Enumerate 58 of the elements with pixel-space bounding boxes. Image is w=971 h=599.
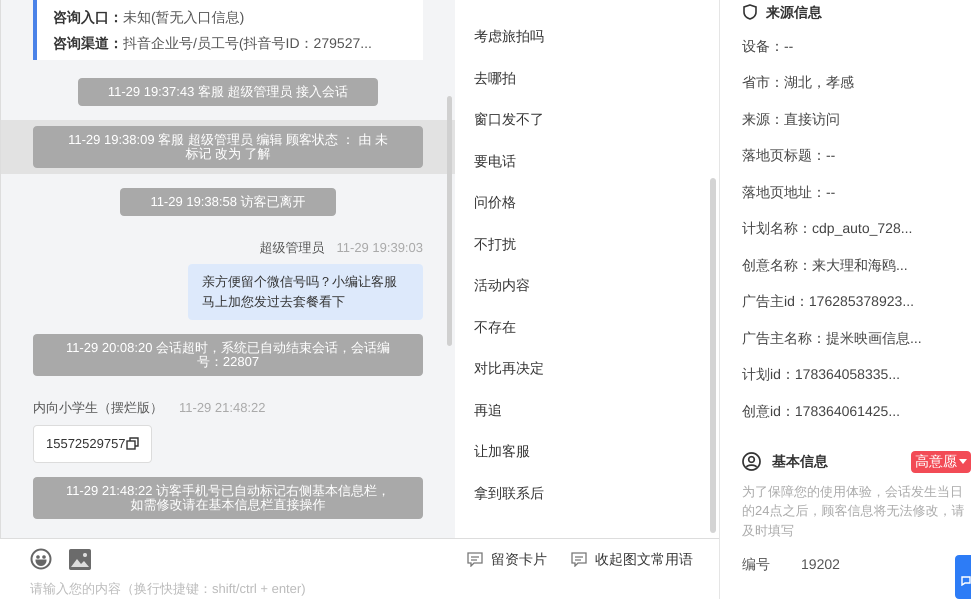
field-label: 编号: [742, 555, 771, 574]
system-message: 11-29 19:37:43 客服 超级管理员 接入会话: [78, 78, 378, 106]
user-icon: [742, 452, 761, 471]
info-row-text: 创意名称：来大理和海鸥...: [742, 256, 908, 275]
scrollbar[interactable]: [710, 178, 716, 533]
info-row-text: 来源：直接访问: [742, 110, 840, 129]
info-row-text: 落地页标题：--: [742, 146, 836, 166]
info-row-text: 设备：--: [742, 36, 794, 56]
info-row-text: 省市：湖北，孝感: [742, 73, 854, 92]
quick-reply-item[interactable]: 问价格: [455, 182, 718, 224]
message-time: 11-29 21:48:22: [179, 398, 266, 416]
message-input[interactable]: 请输入您的内容（换行快捷键：shift/ctrl + enter): [30, 579, 689, 597]
sender-name: 超级管理员: [260, 239, 324, 257]
message-icon: [571, 552, 587, 566]
quick-reply-item[interactable]: 考虑旅拍吗: [455, 16, 718, 58]
emoji-icon[interactable]: [30, 548, 52, 570]
caret-icon: [959, 459, 967, 464]
field-value: 抖音企业号/员工号(抖音号ID：279527...: [123, 34, 372, 53]
message-time: 11-29 19:39:03: [336, 239, 423, 257]
quick-reply-item[interactable]: 不打扰: [455, 224, 718, 265]
message-icon: [467, 552, 483, 566]
quick-reply-item[interactable]: 去哪拍: [455, 58, 718, 99]
info-row-text: 落地页地址：--: [742, 182, 836, 202]
intent-tag[interactable]: 高意愿: [911, 450, 971, 472]
toolbar-button[interactable]: 收起图文常用语: [571, 548, 693, 570]
system-message: 11-29 20:08:20 会话超时，系统已自动结束会话，会话编号：22807: [33, 334, 423, 376]
system-message: 11-29 21:48:22 访客手机号已自动标记右侧基本信息栏，如需修改请在基本信息栏直接操作: [33, 476, 423, 518]
message-bubble: 亲方便留个微信号吗？小编让客服马上加您发过去套餐看下: [188, 264, 423, 320]
quick-reply-item[interactable]: 拿到联系后: [455, 472, 718, 514]
copy-icon[interactable]: [126, 437, 139, 450]
toolbar-button[interactable]: 留资卡片: [467, 548, 547, 570]
info-row-text: 计划id：178364058335...: [742, 365, 900, 384]
quick-reply-item[interactable]: 活动内容: [455, 265, 718, 306]
quick-reply-item[interactable]: 让加客服: [455, 431, 718, 472]
system-message: 11-29 19:38:58 访客已离开: [120, 188, 336, 216]
section-title: 基本信息: [772, 452, 828, 471]
info-row-text: 广告主名称：提米映画信息...: [742, 328, 922, 348]
field-label: 咨询入口：: [53, 8, 123, 26]
quick-reply-item[interactable]: 要电话: [455, 140, 718, 182]
phone-number: 15572529757: [46, 435, 126, 453]
section-title: 来源信息: [766, 2, 822, 22]
info-row-text: 计划名称：cdp_auto_728...: [742, 219, 912, 238]
shield-icon: [742, 4, 758, 20]
field-value: 19202: [801, 555, 840, 574]
info-row-text: 广告主id：176285378923...: [742, 292, 914, 312]
system-message: 11-29 19:38:09 客服 超级管理员 编辑 顾客状态 ： 由 未标记 改为 了解: [33, 126, 423, 168]
notice-text: 为了保障您的使用体验，会话发生当日的24点之后，顾客信息将无法修改，请及时填写: [741, 482, 966, 540]
field-value: 未知(暂无入口信息): [123, 8, 244, 27]
sender-name: 内向小学生（摆烂版）: [33, 398, 163, 416]
quick-reply-item[interactable]: 窗口发不了: [455, 99, 718, 140]
field-label: 咨询渠道：: [53, 34, 123, 52]
info-row-text: 创意id：178364061425...: [742, 402, 900, 421]
quick-reply-item[interactable]: 不存在: [455, 306, 718, 348]
chat-icon: [961, 576, 971, 586]
quick-reply-item[interactable]: 对比再决定: [455, 348, 718, 390]
image-icon[interactable]: [69, 548, 91, 570]
scrollbar[interactable]: [447, 96, 452, 346]
quick-reply-item[interactable]: 再追: [455, 390, 718, 431]
